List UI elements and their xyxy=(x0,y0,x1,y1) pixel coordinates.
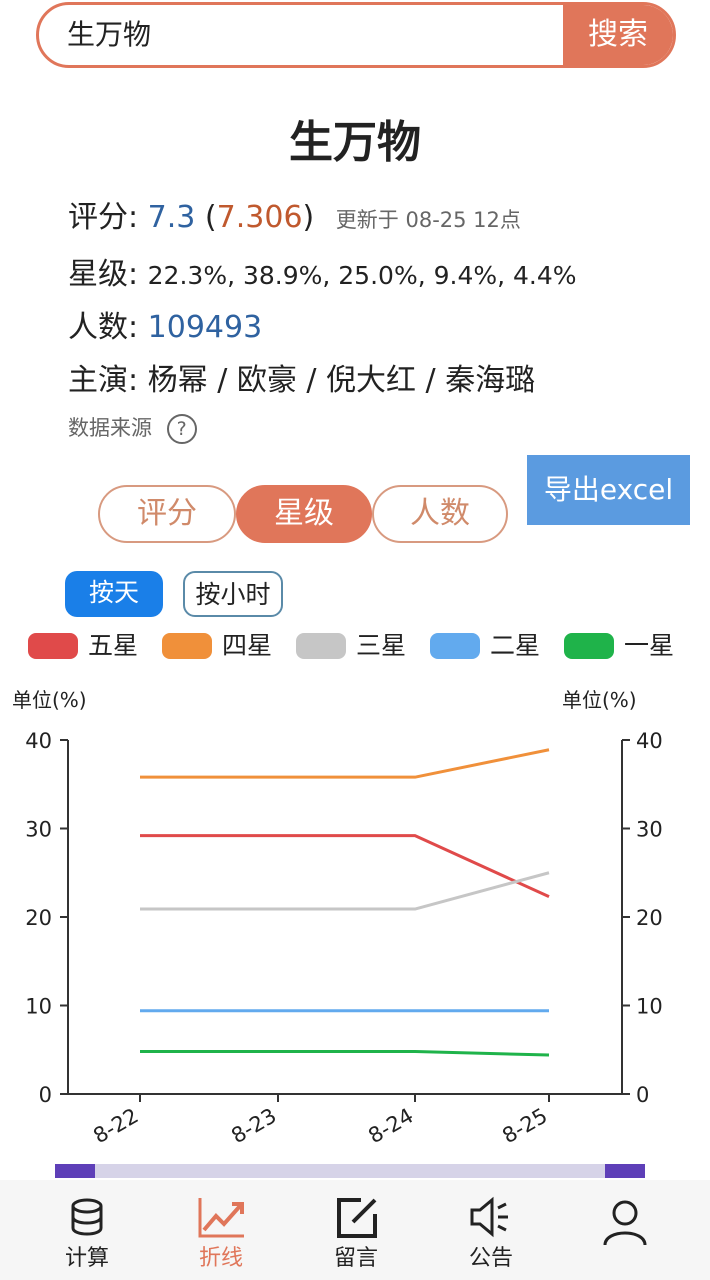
nav-item-calc[interactable]: 计算 xyxy=(22,1180,152,1280)
legend-label: 一星 xyxy=(624,631,675,660)
rating-precise: 7.306 xyxy=(216,200,303,235)
legend-swatch xyxy=(564,633,614,659)
y-tick-label-right: 10 xyxy=(636,995,663,1019)
question-circle-icon[interactable]: ? xyxy=(166,414,197,444)
series-line-5 xyxy=(140,1050,550,1057)
data-source[interactable]: 数据来源 ? xyxy=(68,412,197,444)
range-handle-start[interactable] xyxy=(55,1164,95,1178)
rating-row: 评分: 7.3 (7.306) 更新于 08-25 12点 xyxy=(68,192,521,236)
y-tick-label-right: 20 xyxy=(636,906,663,930)
chart-legend: 五星 四星 三星 二星 一星 xyxy=(28,624,688,668)
y-tick-label-left: 20 xyxy=(25,906,52,930)
count-label: 人数: xyxy=(68,310,139,345)
stars-label: 星级: xyxy=(68,257,139,292)
rating-value: 7.3 xyxy=(147,200,196,235)
legend-swatch xyxy=(296,633,346,659)
data-source-label: 数据来源 xyxy=(68,416,152,440)
x-tick-label: 8-24 xyxy=(364,1104,417,1149)
nav-label: 计算 xyxy=(64,1246,109,1271)
x-tick-label: 8-23 xyxy=(227,1104,280,1149)
export-excel-button[interactable]: 导出excel xyxy=(527,455,690,525)
search-button[interactable]: 搜索 xyxy=(563,5,673,65)
rating-paren-close: ) xyxy=(302,200,315,235)
legend-label: 三星 xyxy=(356,631,407,660)
x-tick-label: 8-25 xyxy=(498,1104,551,1149)
bottom-nav: 计算 折线 留言 公告 xyxy=(0,1180,710,1280)
nav-item-message[interactable]: 留言 xyxy=(291,1180,421,1280)
rating-paren-open: ( xyxy=(204,200,217,235)
cast-row: 主演: 杨幂 / 欧豪 / 倪大红 / 秦海璐 xyxy=(68,355,535,399)
nav-label: 公告 xyxy=(468,1246,513,1271)
series-line-2 xyxy=(140,748,550,779)
legend-label: 五星 xyxy=(88,631,139,660)
legend-swatch xyxy=(430,633,480,659)
nav-item-profile[interactable] xyxy=(560,1180,690,1280)
speaker-icon xyxy=(470,1196,508,1238)
nav-item-notice[interactable]: 公告 xyxy=(426,1180,556,1280)
y-tick-label-left: 40 xyxy=(25,729,52,753)
count-value: 109493 xyxy=(147,310,263,345)
search-input[interactable]: 生万物 xyxy=(67,5,151,65)
by-hour-toggle[interactable]: 按小时 xyxy=(183,571,283,617)
line-chart: 0 0 10 10 20 20 30 30 40 40 8-22 8-23 8-24 8-25 xyxy=(25,729,663,1149)
cast-value: 杨幂 / 欧豪 / 倪大红 / 秦海璐 xyxy=(147,363,536,398)
series-line-1 xyxy=(140,834,550,899)
rating-label: 评分: xyxy=(68,200,139,235)
tab-count[interactable]: 人数 xyxy=(372,485,508,543)
y-tick-label-right: 30 xyxy=(636,818,663,842)
by-day-toggle[interactable]: 按天 xyxy=(65,571,163,617)
legend-label: 四星 xyxy=(222,631,273,660)
cast-label: 主演: xyxy=(68,363,139,398)
y-tick-label-left: 30 xyxy=(25,818,52,842)
tab-rating[interactable]: 评分 xyxy=(98,485,236,543)
nav-item-line[interactable]: 折线 xyxy=(156,1180,286,1280)
edit-icon xyxy=(337,1198,377,1238)
legend-swatch xyxy=(28,633,78,659)
tab-stars[interactable]: 星级 xyxy=(236,485,372,543)
database-icon xyxy=(71,1198,103,1236)
series-line-3 xyxy=(140,871,550,911)
y-tick-label-right: 0 xyxy=(636,1083,649,1107)
trend-chart-icon xyxy=(198,1198,244,1238)
legend-swatch xyxy=(162,633,212,659)
nav-label: 折线 xyxy=(198,1246,243,1271)
y-tick-label-left: 0 xyxy=(39,1083,52,1107)
updated-time: 更新于 08-25 12点 xyxy=(335,208,521,232)
count-row: 人数: 109493 xyxy=(68,302,262,346)
range-handle-end[interactable] xyxy=(605,1164,645,1178)
legend-label: 二星 xyxy=(490,631,541,660)
nav-label: 留言 xyxy=(333,1246,378,1271)
stars-values: 22.3%, 38.9%, 25.0%, 9.4%, 4.4% xyxy=(147,261,577,290)
page-title: 生万物 xyxy=(289,117,421,168)
user-icon xyxy=(603,1200,647,1246)
y-tick-label-right: 40 xyxy=(636,729,663,753)
x-tick-label: 8-22 xyxy=(89,1104,142,1149)
search-bar: 生万物 搜索 xyxy=(36,2,676,68)
range-scrollbar[interactable] xyxy=(55,1164,645,1178)
stars-row: 星级: 22.3%, 38.9%, 25.0%, 9.4%, 4.4% xyxy=(68,249,577,293)
y-tick-label-left: 10 xyxy=(25,995,52,1019)
